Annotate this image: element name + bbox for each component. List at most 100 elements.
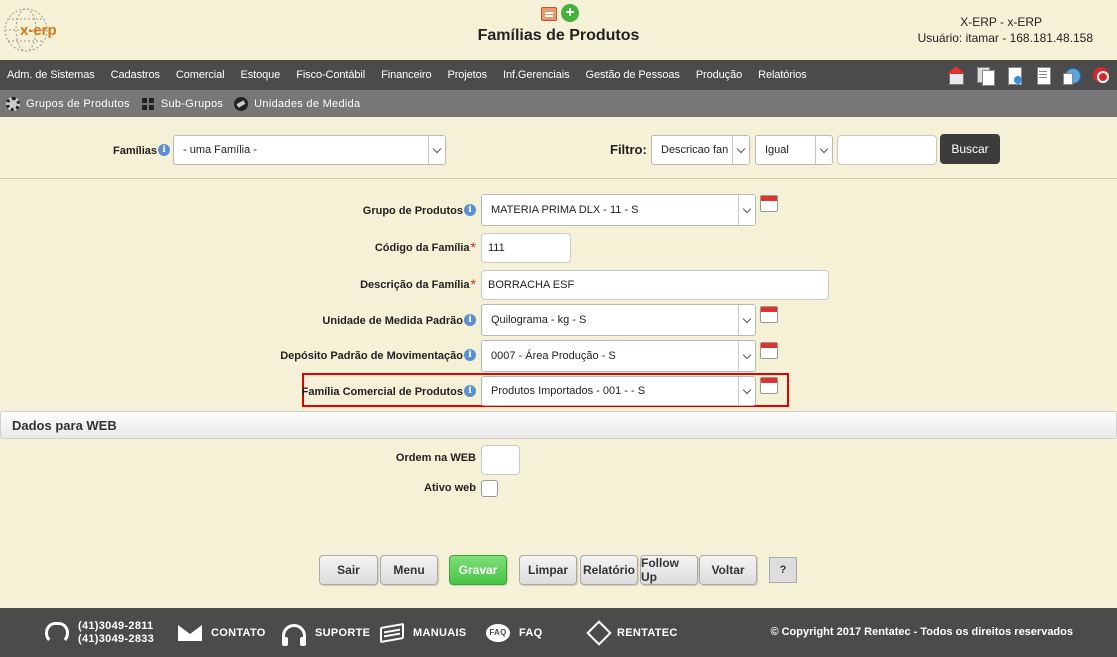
faq-label: FAQ	[519, 626, 543, 639]
sub-item-unidades-medida[interactable]: Unidades de Medida	[234, 96, 361, 111]
info-icon[interactable]: i	[464, 349, 476, 361]
deposito-padrao-value: 0007 - Área Produção - S	[491, 350, 616, 362]
report-icon[interactable]	[541, 7, 557, 21]
menu-item-financeiro[interactable]: Financeiro	[373, 69, 439, 81]
required-mark: *	[470, 276, 476, 292]
follow-up-button[interactable]: Follow Up	[640, 555, 698, 585]
calendar-icon[interactable]	[760, 195, 778, 212]
filter-field-select[interactable]: Descricao fan	[651, 135, 750, 165]
unidade-medida-select[interactable]: Quilograma - kg - S	[481, 304, 756, 336]
headset-icon	[282, 623, 306, 646]
info-icon[interactable]: i	[464, 385, 476, 397]
limpar-button[interactable]: Limpar	[519, 555, 577, 585]
menu-item-comercial[interactable]: Comercial	[168, 69, 233, 81]
power-icon[interactable]	[1091, 65, 1111, 85]
menu-item-adm-sistemas[interactable]: Adm. de Sistemas	[0, 69, 103, 81]
system-name: X-ERP - x-ERP	[960, 15, 1042, 29]
grupo-produtos-select[interactable]: MATERIA PRIMA DLX - 11 - S	[481, 194, 756, 226]
help-button[interactable]: ?	[769, 557, 797, 583]
familias-label: Famílias i	[113, 144, 171, 157]
sair-button[interactable]: Sair	[319, 555, 378, 585]
document-icon[interactable]	[1004, 65, 1024, 85]
gear-icon	[6, 96, 20, 111]
footer-suporte-link[interactable]: SUPORTE	[282, 608, 370, 657]
menu-button[interactable]: Menu	[380, 555, 438, 585]
codigo-familia-input[interactable]: 111	[481, 233, 571, 263]
grid-icon	[140, 96, 155, 111]
familia-comercial-label: Família Comercial de Produtos i	[302, 385, 476, 398]
unidade-medida-value: Quilograma - kg - S	[491, 314, 587, 326]
menu-item-inf-gerenciais[interactable]: Inf.Gerenciais	[495, 69, 577, 81]
filter-operator-value: Igual	[765, 144, 789, 156]
dados-web-section-header[interactable]: Dados para WEB	[0, 411, 1117, 439]
phone-icon	[45, 621, 69, 644]
buscar-button[interactable]: Buscar	[940, 134, 1000, 164]
unidade-medida-label-text: Unidade de Medida Padrão	[322, 315, 463, 327]
manuais-label: MANUAIS	[413, 626, 467, 639]
menu-item-estoque[interactable]: Estoque	[233, 69, 289, 81]
grupo-produtos-label: Grupo de Produtos i	[363, 204, 476, 217]
info-icon[interactable]: i	[464, 314, 476, 326]
calendar-icon[interactable]	[760, 342, 778, 359]
sub-item-label: Unidades de Medida	[254, 97, 361, 110]
filter-search-input[interactable]	[837, 135, 937, 165]
menu-item-relatorios[interactable]: Relatórios	[750, 69, 815, 81]
copyright: © Copyright 2017 Rentatec - Todos os dir…	[770, 626, 1073, 638]
footer-manuais-link[interactable]: MANUAIS	[380, 608, 466, 657]
ruler-icon	[234, 96, 249, 111]
network-icon[interactable]	[1062, 65, 1082, 85]
menu-item-cadastros[interactable]: Cadastros	[103, 69, 168, 81]
ativo-web-label: Ativo web	[424, 482, 476, 494]
info-icon[interactable]: i	[158, 144, 171, 156]
home-icon[interactable]	[946, 65, 966, 85]
menu-item-fisco-contabil[interactable]: Fisco-Contábil	[288, 69, 373, 81]
descricao-familia-label: Descrição da Família*	[360, 276, 476, 292]
calendar-icon[interactable]	[760, 306, 778, 323]
sub-item-label: Grupos de Produtos	[26, 97, 130, 110]
network-logo-icon	[586, 619, 612, 646]
familias-label-text: Famílias	[113, 145, 158, 157]
sub-item-grupos-produtos[interactable]: Grupos de Produtos	[6, 96, 130, 111]
menu-item-gestao-pessoas[interactable]: Gestão de Pessoas	[578, 69, 688, 81]
footer-contato-link[interactable]: CONTATO	[178, 608, 266, 657]
suporte-label: SUPORTE	[315, 626, 371, 639]
calendar-icon[interactable]	[760, 377, 778, 394]
phone-number-2: (41)3049-2833	[78, 632, 155, 645]
section-title: Dados para WEB	[12, 418, 117, 433]
required-mark: *	[470, 239, 476, 255]
main-menu: Adm. de Sistemas Cadastros Comercial Est…	[0, 60, 815, 90]
pages-icon[interactable]	[975, 65, 995, 86]
footer-faq-link[interactable]: FAQ FAQ	[486, 608, 543, 657]
filtro-label: Filtro:	[610, 142, 647, 157]
ordem-web-input[interactable]	[481, 445, 520, 475]
codigo-familia-label: Código da Família*	[375, 239, 476, 255]
ativo-web-checkbox[interactable]	[481, 480, 498, 497]
footer: (41)3049-2811 (41)3049-2833 CONTATO SUPO…	[0, 608, 1117, 657]
phone-numbers: (41)3049-2811 (41)3049-2833	[78, 620, 154, 646]
familias-select[interactable]: - uma Família -	[173, 135, 446, 165]
sub-item-label: Sub-Grupos	[160, 97, 224, 110]
familia-comercial-select[interactable]: Produtos Importados - 001 - - S	[481, 376, 756, 406]
descricao-familia-input[interactable]: BORRACHA ESF	[481, 270, 829, 300]
chevron-down-icon	[738, 377, 755, 405]
footer-rentatec-link[interactable]: RENTATEC	[586, 608, 678, 657]
main-menu-bar: Adm. de Sistemas Cadastros Comercial Est…	[0, 60, 1117, 90]
user-info: Usuário: itamar - 168.181.48.158	[917, 31, 1093, 45]
faq-icon: FAQ	[486, 623, 510, 642]
deposito-padrao-select[interactable]: 0007 - Área Produção - S	[481, 340, 756, 372]
menu-item-projetos[interactable]: Projetos	[439, 69, 495, 81]
chevron-down-icon	[738, 341, 755, 371]
relatorio-button[interactable]: Relatório	[580, 555, 638, 585]
sub-item-sub-grupos[interactable]: Sub-Grupos	[140, 96, 224, 111]
header-actions: +	[541, 4, 579, 22]
filter-operator-select[interactable]: Igual	[755, 135, 833, 165]
gravar-button[interactable]: Gravar	[449, 555, 507, 585]
info-icon[interactable]: i	[464, 204, 476, 216]
add-icon[interactable]: +	[561, 4, 579, 22]
rentatec-label: RENTATEC	[617, 626, 678, 639]
contato-label: CONTATO	[211, 626, 266, 639]
list-icon[interactable]	[1033, 65, 1053, 85]
descricao-familia-label-text: Descrição da Família	[360, 279, 470, 291]
menu-item-producao[interactable]: Produção	[688, 69, 750, 81]
voltar-button[interactable]: Voltar	[699, 555, 757, 585]
